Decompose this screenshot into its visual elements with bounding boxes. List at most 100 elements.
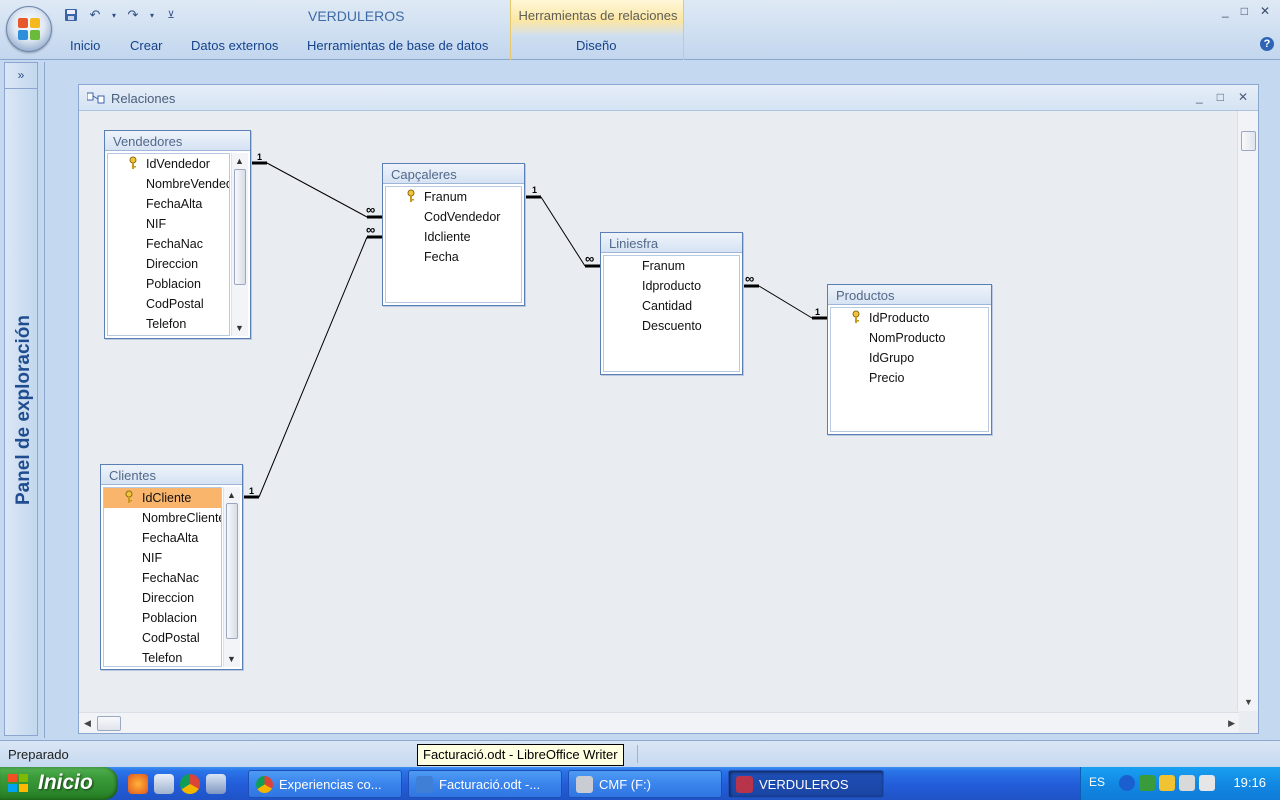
field-row[interactable]: Precio [831, 368, 988, 388]
field-row[interactable]: Fecha [386, 247, 521, 267]
scroll-down-icon[interactable]: ▼ [1244, 697, 1253, 707]
field-row[interactable]: IdProducto [831, 308, 988, 328]
field-row[interactable]: FechaNac [104, 568, 221, 588]
nav-pane-label-box[interactable]: Panel de exploración [9, 303, 34, 523]
safely-remove-icon[interactable] [1139, 775, 1155, 791]
table-capcaleres[interactable]: Capçaleres Franum CodVendedor Idcliente … [382, 163, 525, 306]
clock: 19:16 [1233, 775, 1266, 790]
save-icon[interactable] [62, 6, 80, 24]
nav-expand-button[interactable]: » [5, 63, 37, 89]
tab-datos-externos[interactable]: Datos externos [191, 38, 278, 53]
field-list: IdProducto NomProducto IdGrupo Precio [830, 307, 989, 432]
field-row[interactable]: NombreVendedor [108, 174, 229, 194]
field-row[interactable]: NIF [104, 548, 221, 568]
field-row[interactable]: IdGrupo [831, 348, 988, 368]
field-list: IdVendedor NombreVendedor FechaAlta NIF … [107, 153, 230, 336]
scroll-up-icon[interactable]: ▲ [235, 156, 244, 166]
table-title[interactable]: Capçaleres [383, 164, 524, 184]
field-row[interactable]: Poblacion [104, 608, 221, 628]
field-row[interactable]: NIF [108, 214, 229, 234]
scroll-thumb[interactable] [226, 503, 238, 639]
task-button-3[interactable]: VERDULEROS [728, 770, 884, 798]
field-row[interactable]: NombreCliente [104, 508, 221, 528]
redo-dropdown-icon[interactable]: ▾ [148, 6, 156, 24]
cardinality-many-label: ∞ [366, 222, 375, 237]
field-row[interactable]: Idproducto [604, 276, 739, 296]
task-label: CMF (F:) [599, 777, 651, 792]
field-row[interactable]: Telefon [104, 648, 221, 666]
field-row[interactable]: CodVendedor [386, 207, 521, 227]
start-button[interactable]: Inicio [0, 767, 118, 800]
field-row[interactable]: CodPostal [108, 294, 229, 314]
field-row[interactable]: FechaAlta [104, 528, 221, 548]
field-row[interactable]: FechaAlta [108, 194, 229, 214]
undo-dropdown-icon[interactable]: ▾ [110, 6, 118, 24]
restore-button[interactable]: □ [1241, 4, 1248, 18]
scroll-up-icon[interactable]: ▲ [227, 490, 236, 500]
vertical-scroll-thumb[interactable] [1241, 131, 1256, 151]
scroll-thumb[interactable] [234, 169, 246, 285]
scroll-left-icon[interactable]: ◀ [84, 718, 91, 729]
field-row[interactable]: Idcliente [386, 227, 521, 247]
tab-herramientas-bd[interactable]: Herramientas de base de datos [307, 38, 488, 53]
table-liniesfra[interactable]: Liniesfra Franum Idproducto Cantidad Des… [600, 232, 743, 375]
table-scrollbar[interactable]: ▲ ▼ [231, 153, 248, 336]
table-vendedores[interactable]: Vendedores IdVendedor NombreVendedor Fec… [104, 130, 251, 339]
access-icon [736, 776, 753, 793]
table-title[interactable]: Vendedores [105, 131, 250, 151]
office-button[interactable] [6, 6, 52, 52]
scroll-down-icon[interactable]: ▼ [227, 654, 236, 664]
relationships-canvas[interactable]: 1 ∞ 1 ∞ 1 ∞ ∞ 1 Vendedores IdVendedor No… [79, 111, 1239, 711]
language-indicator[interactable]: ES [1089, 775, 1105, 789]
close-button[interactable]: ✕ [1260, 4, 1270, 18]
field-row[interactable]: Descuento [604, 316, 739, 336]
table-clientes[interactable]: Clientes IdCliente NombreCliente FechaAl… [100, 464, 243, 670]
task-button-0[interactable]: Experiencias co... [248, 770, 402, 798]
undo-icon[interactable]: ↶ [86, 6, 104, 24]
customize-toolbar-icon[interactable]: ⊻ [162, 6, 180, 24]
tab-diseno[interactable]: Diseño [576, 38, 616, 53]
field-row[interactable]: Direccion [104, 588, 221, 608]
table-title[interactable]: Liniesfra [601, 233, 742, 253]
horizontal-scroll-thumb[interactable] [97, 716, 121, 731]
security-shield-icon[interactable] [1159, 775, 1175, 791]
table-productos[interactable]: Productos IdProducto NomProducto IdGrupo… [827, 284, 992, 435]
field-row-selected[interactable]: IdCliente [104, 488, 221, 508]
volume-icon[interactable] [1199, 775, 1215, 791]
minimize-button[interactable]: _ [1222, 4, 1229, 18]
horizontal-scrollbar[interactable]: ◀ ▶ [79, 712, 1239, 733]
table-scrollbar[interactable]: ▲ ▼ [223, 487, 240, 667]
desktop-icon[interactable] [154, 774, 174, 794]
field-row[interactable]: IdVendedor [108, 154, 229, 174]
task-button-1[interactable]: Facturació.odt -... [408, 770, 562, 798]
tray-chevron-icon[interactable] [1119, 775, 1135, 791]
field-row[interactable]: Franum [386, 187, 521, 207]
relations-minimize-button[interactable]: _ [1196, 90, 1203, 104]
firefox-icon[interactable] [128, 774, 148, 794]
redo-icon[interactable]: ↷ [124, 6, 142, 24]
tab-crear[interactable]: Crear [130, 38, 163, 53]
field-row[interactable]: CodPostal [104, 628, 221, 648]
field-row[interactable]: NomProducto [831, 328, 988, 348]
task-button-2[interactable]: CMF (F:) [568, 770, 722, 798]
status-bar: Preparado [0, 740, 1280, 766]
field-row[interactable]: Direccion [108, 254, 229, 274]
field-row[interactable]: Cantidad [604, 296, 739, 316]
relations-close-button[interactable]: ✕ [1238, 90, 1248, 104]
explorer-icon[interactable] [206, 774, 226, 794]
field-row[interactable]: Poblacion [108, 274, 229, 294]
field-row[interactable]: Franum [604, 256, 739, 276]
scroll-right-icon[interactable]: ▶ [1228, 718, 1235, 729]
relations-restore-button[interactable]: □ [1217, 90, 1224, 104]
field-list: IdCliente NombreCliente FechaAlta NIF Fe… [103, 487, 222, 667]
table-title[interactable]: Clientes [101, 465, 242, 485]
field-row[interactable]: Telefon [108, 314, 229, 334]
tab-inicio[interactable]: Inicio [70, 38, 100, 53]
chrome-icon[interactable] [180, 774, 200, 794]
network-icon[interactable] [1179, 775, 1195, 791]
scroll-down-icon[interactable]: ▼ [235, 323, 244, 333]
help-icon[interactable]: ? [1260, 37, 1274, 51]
field-row[interactable]: FechaNac [108, 234, 229, 254]
table-title[interactable]: Productos [828, 285, 991, 305]
vertical-scrollbar[interactable]: ▼ [1237, 111, 1258, 711]
